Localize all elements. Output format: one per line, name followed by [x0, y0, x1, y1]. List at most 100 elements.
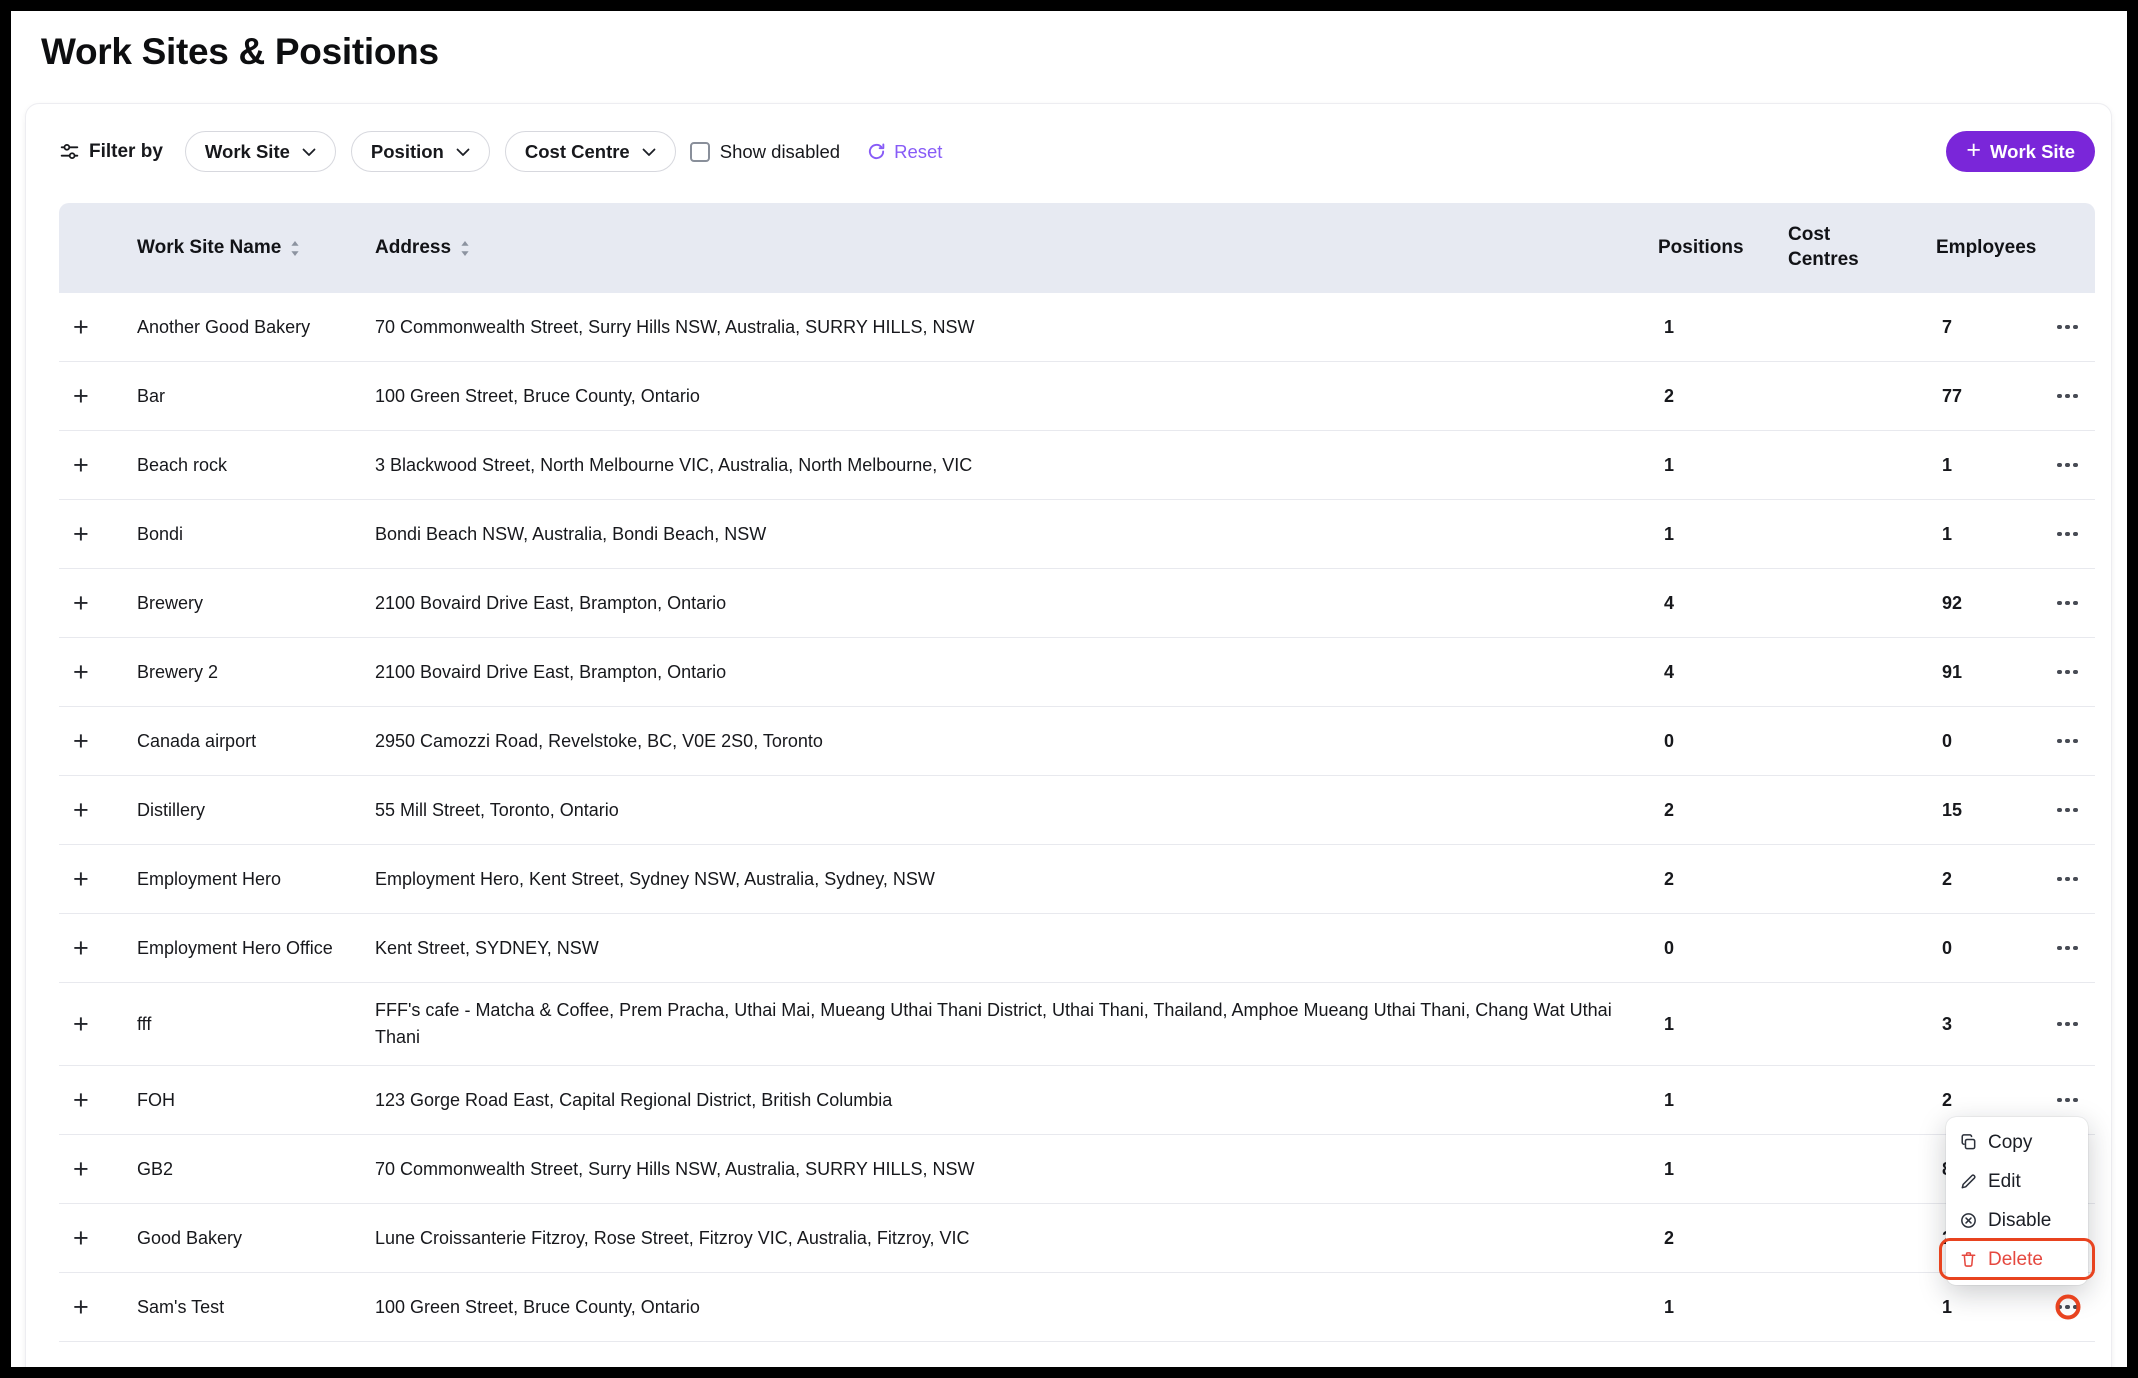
table-row: + GB2 70 Commonwealth Street, Surry Hill… — [59, 1135, 2095, 1204]
worksite-name: Another Good Bakery — [137, 314, 375, 341]
actions-cell — [2040, 790, 2095, 830]
positions-count: 2 — [1650, 869, 1780, 890]
worksite-address: 70 Commonwealth Street, Surry Hills NSW,… — [375, 314, 1650, 341]
menu-item-label: Copy — [1988, 1132, 2032, 1154]
row-menu-button[interactable] — [2052, 731, 2083, 752]
employees-count: 77 — [1928, 386, 2040, 407]
filter-dropdown-work-site[interactable]: Work Site — [185, 131, 336, 172]
table-row: + Beach rock 3 Blackwood Street, North M… — [59, 431, 2095, 500]
row-menu-button[interactable] — [2052, 938, 2083, 959]
employees-count: 7 — [1928, 317, 2040, 338]
worksite-address: 123 Gorge Road East, Capital Regional Di… — [375, 1087, 1650, 1114]
expand-row-button[interactable]: + — [73, 386, 89, 406]
expand-cell: + — [59, 1090, 137, 1110]
row-menu-button[interactable] — [2052, 386, 2083, 407]
header-address[interactable]: Address — [375, 237, 1650, 259]
expand-row-button[interactable]: + — [73, 317, 89, 337]
expand-row-button[interactable]: + — [73, 800, 89, 820]
sort-icon[interactable] — [460, 240, 470, 257]
page: Work Sites & Positions Filter by Work Si… — [11, 11, 2127, 1367]
row-menu-button[interactable] — [2052, 662, 2083, 683]
add-worksite-button[interactable]: + Work Site — [1946, 131, 2095, 172]
positions-count: 1 — [1650, 1159, 1780, 1180]
worksite-name: Employment Hero — [137, 866, 375, 893]
header-work-site-name[interactable]: Work Site Name — [137, 237, 375, 259]
expand-row-button[interactable]: + — [73, 731, 89, 751]
row-menu-button[interactable] — [2052, 317, 2083, 338]
chevron-down-icon — [456, 148, 470, 157]
reset-button[interactable]: Reset — [867, 141, 942, 163]
positions-count: 4 — [1650, 662, 1780, 683]
filter-icon — [59, 141, 80, 162]
table-body: + Another Good Bakery 70 Commonwealth St… — [59, 293, 2095, 1342]
reset-label: Reset — [894, 141, 942, 163]
expand-row-button[interactable]: + — [73, 455, 89, 475]
expand-row-button[interactable]: + — [73, 1090, 89, 1110]
row-menu-button[interactable] — [2052, 1297, 2083, 1318]
table-row: + Bar 100 Green Street, Bruce County, On… — [59, 362, 2095, 431]
worksite-address: 3 Blackwood Street, North Melbourne VIC,… — [375, 452, 1650, 479]
worksites-card: Filter by Work SitePositionCost Centre S… — [25, 103, 2112, 1367]
filter-dropdown-cost-centre[interactable]: Cost Centre — [505, 131, 676, 172]
table-row: + Brewery 2 2100 Bovaird Drive East, Bra… — [59, 638, 2095, 707]
menu-item-edit[interactable]: Edit — [1946, 1162, 2088, 1201]
worksite-name: Brewery — [137, 590, 375, 617]
filter-dropdown-position[interactable]: Position — [351, 131, 490, 172]
expand-row-button[interactable]: + — [73, 1159, 89, 1179]
expand-row-button[interactable]: + — [73, 593, 89, 613]
worksite-address: 100 Green Street, Bruce County, Ontario — [375, 383, 1650, 410]
menu-item-copy[interactable]: Copy — [1946, 1123, 2088, 1162]
worksite-address: Kent Street, SYDNEY, NSW — [375, 935, 1650, 962]
table-row: + Canada airport 2950 Camozzi Road, Reve… — [59, 707, 2095, 776]
actions-cell — [2040, 652, 2095, 692]
row-menu-button[interactable] — [2052, 869, 2083, 890]
show-disabled-toggle[interactable]: Show disabled — [690, 141, 840, 163]
chevron-down-icon — [302, 148, 316, 157]
expand-cell: + — [59, 938, 137, 958]
expand-row-button[interactable]: + — [73, 938, 89, 958]
worksite-name: Distillery — [137, 797, 375, 824]
positions-count: 1 — [1650, 1014, 1780, 1035]
actions-cell — [2040, 1080, 2095, 1120]
sort-icon[interactable] — [290, 240, 300, 257]
expand-row-button[interactable]: + — [73, 1297, 89, 1317]
expand-row-button[interactable]: + — [73, 869, 89, 889]
actions-cell — [2040, 859, 2095, 899]
row-menu-button[interactable] — [2052, 1014, 2083, 1035]
worksite-name: Good Bakery — [137, 1225, 375, 1252]
plus-icon: + — [1966, 138, 1981, 163]
row-menu-button[interactable] — [2052, 455, 2083, 476]
menu-item-disable[interactable]: Disable — [1946, 1201, 2088, 1240]
row-menu-button[interactable] — [2052, 593, 2083, 614]
expand-row-button[interactable]: + — [73, 662, 89, 682]
expand-row-button[interactable]: + — [73, 1228, 89, 1248]
actions-cell: CopyEditDisableDelete — [2040, 1287, 2095, 1327]
worksite-name: Bondi — [137, 521, 375, 548]
menu-item-label: Edit — [1988, 1171, 2021, 1193]
positions-count: 1 — [1650, 1090, 1780, 1111]
row-context-menu: Copy Edit DisableDelete — [1946, 1117, 2088, 1285]
worksite-address: 2950 Camozzi Road, Revelstoke, BC, V0E 2… — [375, 728, 1650, 755]
expand-row-button[interactable]: + — [73, 524, 89, 544]
row-menu-button[interactable] — [2052, 1090, 2083, 1111]
worksite-address: 70 Commonwealth Street, Surry Hills NSW,… — [375, 1156, 1650, 1183]
filter-bar: Filter by Work SitePositionCost Centre S… — [59, 131, 2095, 172]
worksite-address: 55 Mill Street, Toronto, Ontario — [375, 797, 1650, 824]
header-positions: Positions — [1650, 237, 1780, 259]
menu-item-delete[interactable]: Delete — [1946, 1240, 2088, 1279]
employees-count: 1 — [1928, 455, 2040, 476]
filter-dropdown-label: Cost Centre — [525, 141, 630, 163]
expand-cell: + — [59, 800, 137, 820]
positions-count: 1 — [1650, 455, 1780, 476]
filter-dropdown-label: Position — [371, 141, 444, 163]
table-row: + Sam's Test 100 Green Street, Bruce Cou… — [59, 1273, 2095, 1342]
row-menu-button[interactable] — [2052, 800, 2083, 821]
expand-cell: + — [59, 731, 137, 751]
row-menu-button[interactable] — [2052, 524, 2083, 545]
show-disabled-checkbox[interactable] — [690, 142, 710, 162]
expand-row-button[interactable]: + — [73, 1014, 89, 1034]
worksite-name: Beach rock — [137, 452, 375, 479]
expand-cell: + — [59, 524, 137, 544]
table-row: + Employment Hero Office Kent Street, SY… — [59, 914, 2095, 983]
table-row: + Bondi Bondi Beach NSW, Australia, Bond… — [59, 500, 2095, 569]
